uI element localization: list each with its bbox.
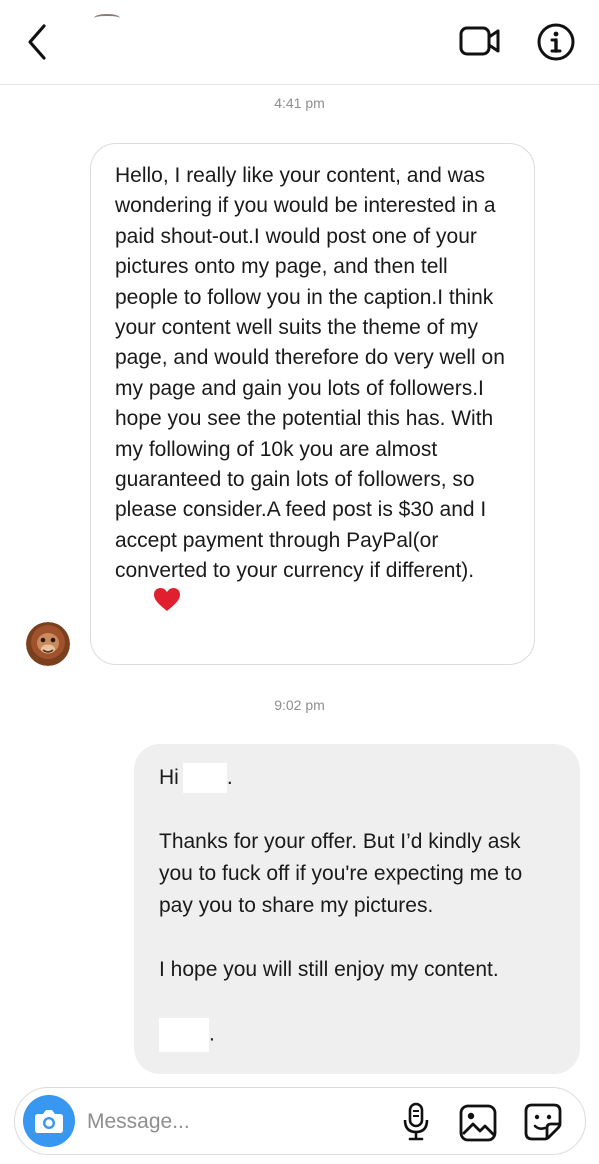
greeting-text: Hi xyxy=(159,766,179,789)
contact-avatar[interactable] xyxy=(94,14,120,22)
camera-icon xyxy=(35,1110,63,1133)
reply-paragraph-1: Thanks for your offer. But I’d kindly as… xyxy=(159,830,523,917)
outgoing-message-bubble[interactable]: Hi. Thanks for your offer. But I’d kindl… xyxy=(134,744,580,1074)
microphone-button[interactable] xyxy=(401,1102,431,1142)
incoming-message-bubble[interactable]: Hello, I really like your content, and w… xyxy=(90,143,535,665)
message-composer xyxy=(14,1087,586,1155)
sender-avatar[interactable] xyxy=(26,622,70,666)
gallery-button[interactable] xyxy=(459,1104,497,1142)
video-call-button[interactable] xyxy=(458,24,502,58)
chat-header xyxy=(0,0,599,85)
greeting-line: Hi. xyxy=(159,762,556,794)
back-button[interactable] xyxy=(22,22,56,62)
message-timestamp: 4:41 pm xyxy=(274,95,325,111)
info-icon xyxy=(537,23,575,61)
camera-button[interactable] xyxy=(23,1095,75,1147)
video-camera-icon xyxy=(459,26,500,56)
signoff-line: . xyxy=(159,1018,556,1052)
gallery-icon xyxy=(459,1104,497,1142)
microphone-icon xyxy=(403,1102,429,1141)
sticker-icon xyxy=(524,1103,562,1141)
incoming-message-text: Hello, I really like your content, and w… xyxy=(115,164,505,583)
sticker-button[interactable] xyxy=(523,1102,563,1142)
redacted-name xyxy=(182,763,227,794)
chevron-left-icon xyxy=(28,24,46,60)
orangutan-avatar-image xyxy=(26,622,70,666)
message-input[interactable] xyxy=(87,1108,367,1136)
reply-paragraph-2: I hope you will still enjoy my content. xyxy=(159,958,499,981)
message-timestamp: 9:02 pm xyxy=(274,697,325,713)
redacted-signature xyxy=(159,1018,209,1052)
info-button[interactable] xyxy=(536,22,576,62)
heart-emoji xyxy=(153,587,181,622)
